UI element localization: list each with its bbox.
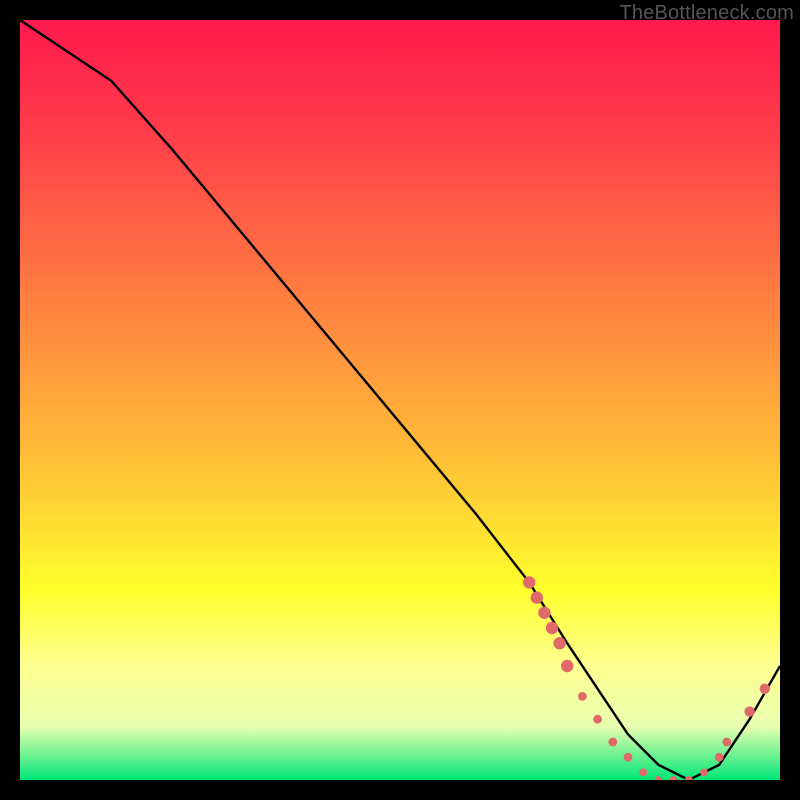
curve-marker [578,692,587,701]
curve-marker [608,738,617,747]
curve-marker [670,776,678,780]
curve-marker [685,776,693,780]
curve-marker [593,715,602,724]
curve-marker [531,591,543,603]
curve-marker [744,706,754,716]
curve-marker [639,769,647,777]
curve-marker [561,660,573,672]
curve-marker [715,753,724,762]
curve-marker [538,607,550,619]
chart-stage: TheBottleneck.com [0,0,800,800]
curve-marker [546,622,558,634]
chart-svg [20,20,780,780]
curve-marker [760,684,770,694]
curve-marker [700,769,708,777]
curve-marker [722,738,731,747]
curve-marker [553,637,565,649]
curve-marker [655,776,663,780]
plot-area [20,20,780,780]
curve-marker [523,576,535,588]
curve-markers [523,576,770,780]
bottleneck-curve-line [20,20,780,780]
curve-marker [624,753,633,762]
